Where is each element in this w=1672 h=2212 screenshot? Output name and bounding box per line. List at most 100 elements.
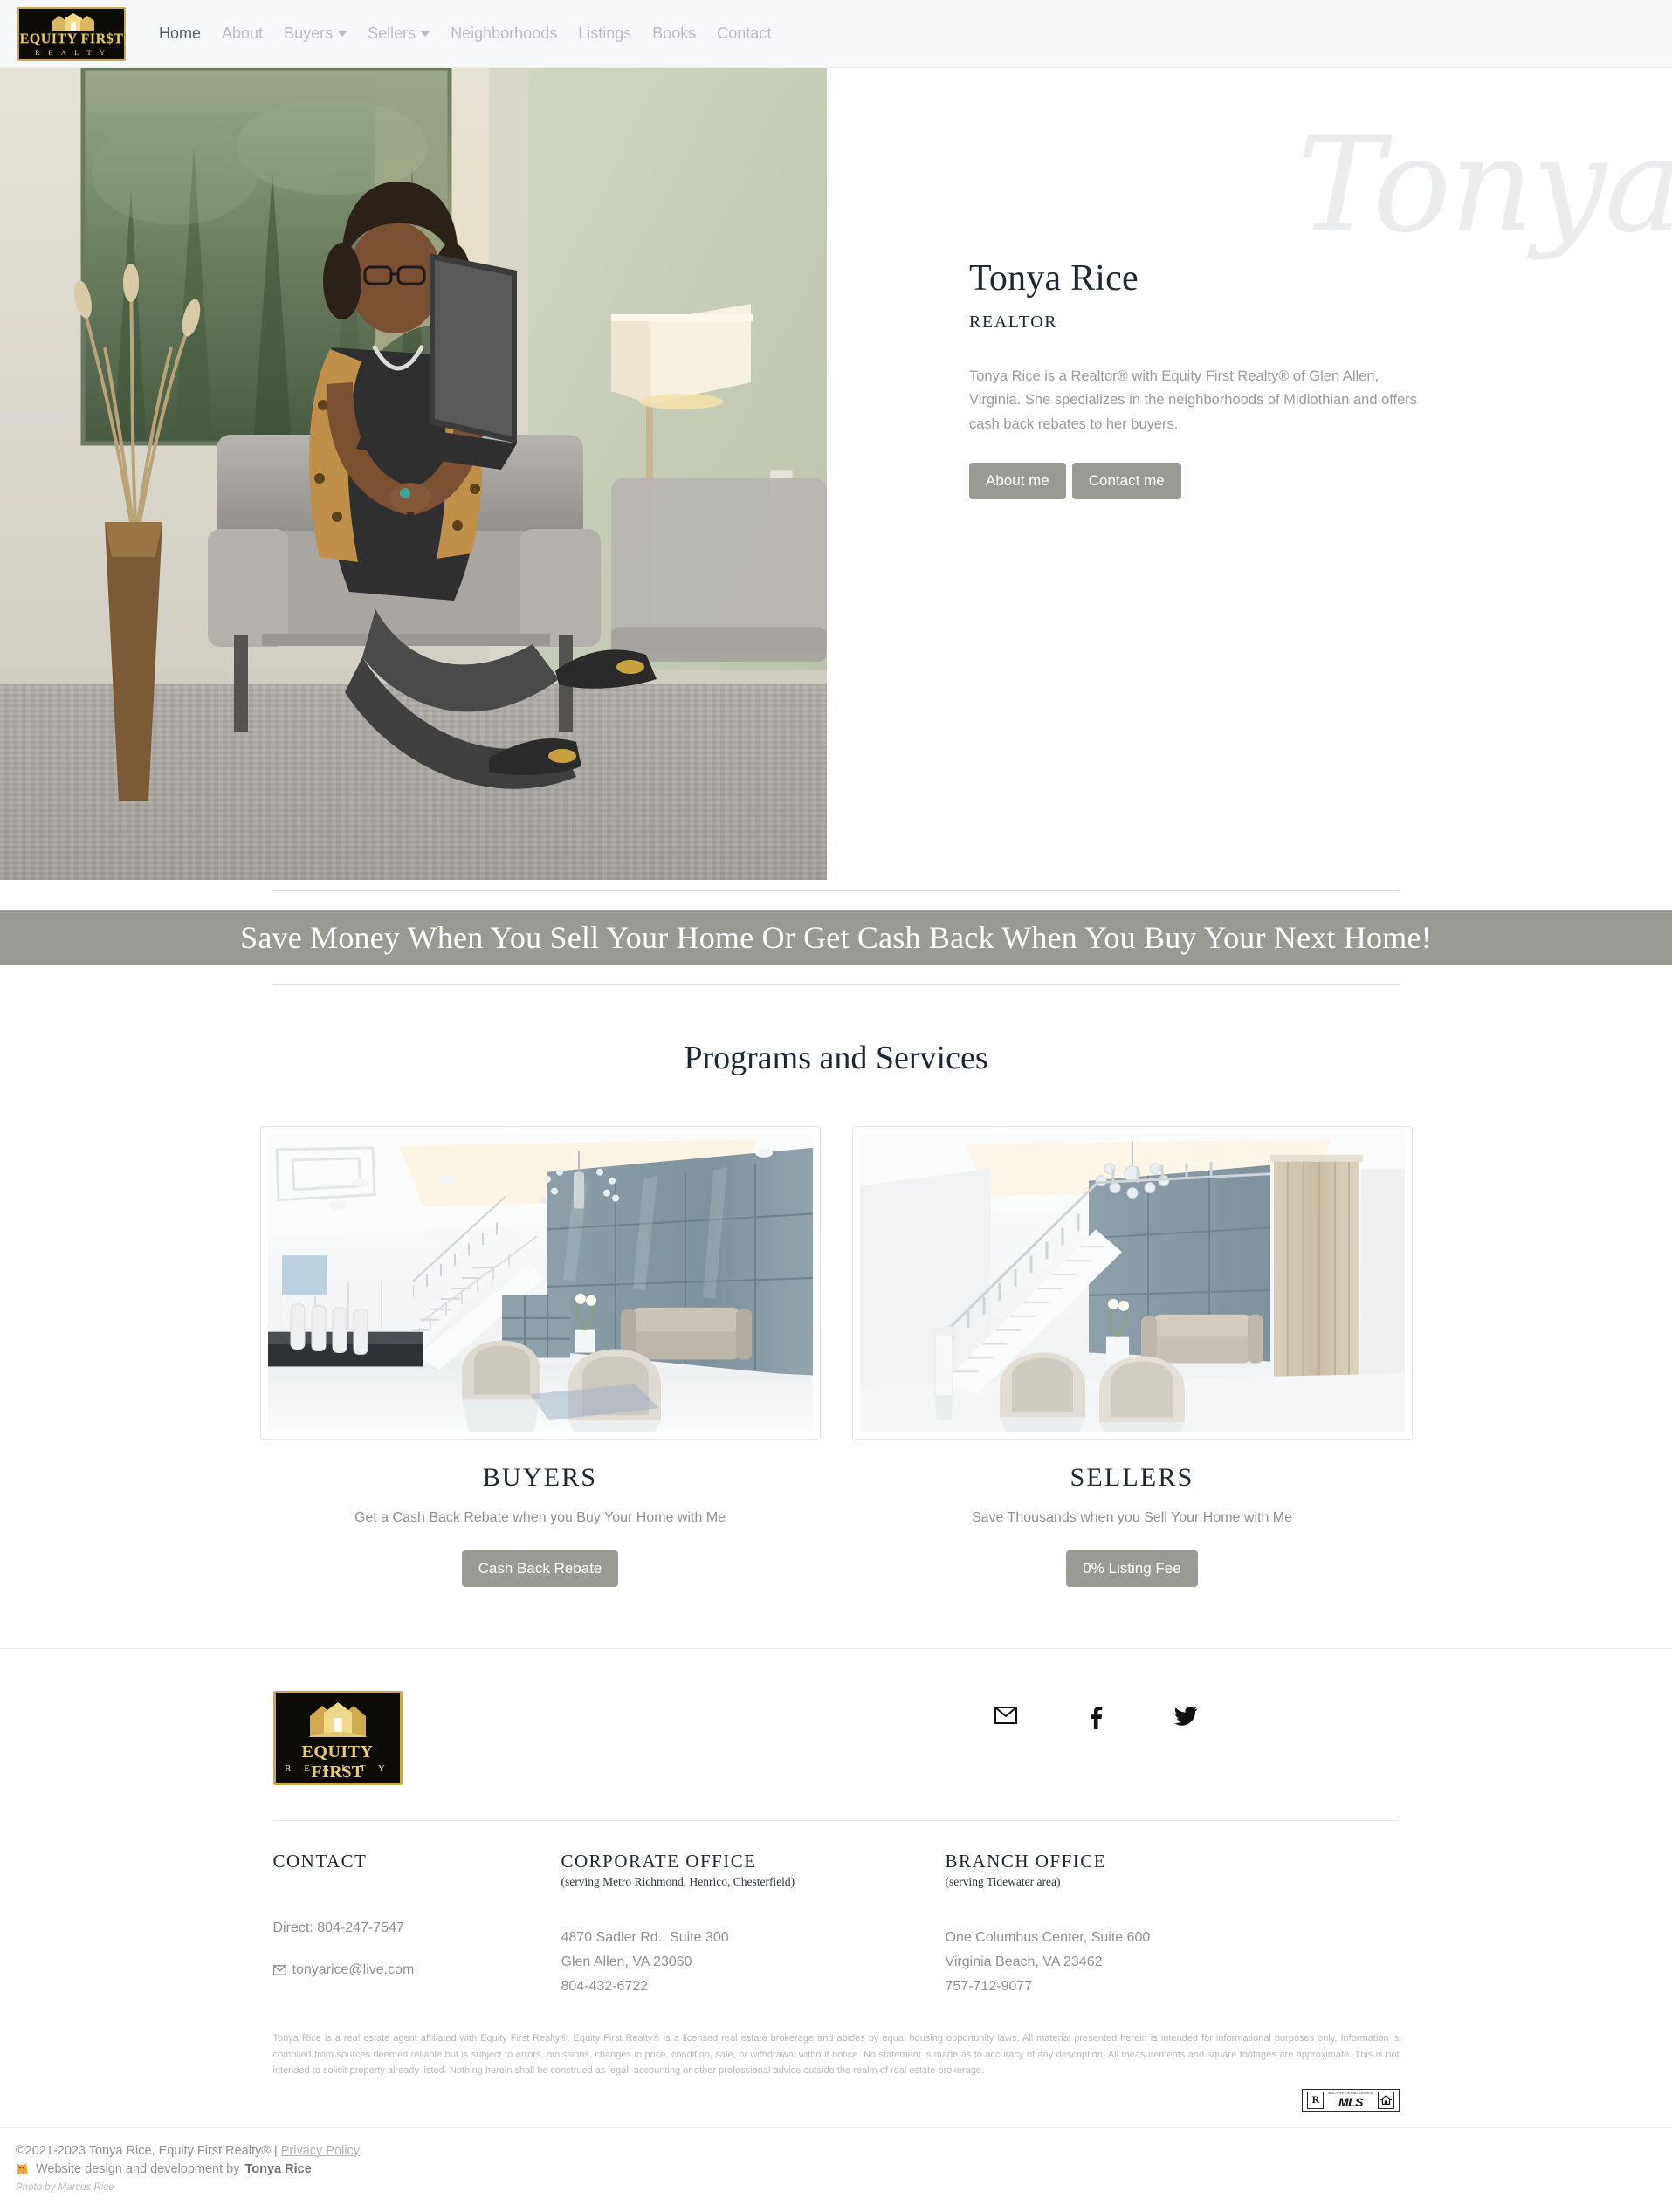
corporate-phone[interactable]: 804-432-6722 (561, 1975, 946, 1999)
branch-address-line2: Virginia Beach, VA 23462 (946, 1950, 1312, 1975)
about-me-button[interactable]: About me (969, 463, 1066, 499)
footer-inner: EQUITY FIR$T R E A L T Y (273, 1691, 1400, 1785)
privacy-policy-link[interactable]: Privacy Policy (281, 2144, 360, 2158)
facebook-icon[interactable] (1089, 1707, 1103, 1734)
nav-item-contact[interactable]: Contact (706, 19, 781, 48)
promo-banner: Save Money When You Sell Your Home Or Ge… (0, 910, 1672, 965)
footer-divider (273, 1820, 1400, 1821)
cash-back-rebate-button[interactable]: Cash Back Rebate (462, 1550, 619, 1587)
divider-above-banner (273, 890, 1400, 891)
branch-office-subtitle: (serving Tidewater area) (946, 1875, 1312, 1889)
house-roof-icon (301, 1700, 375, 1739)
hero-watermark: Tonya (1297, 120, 1672, 251)
agent-bio: Tonya Rice is a Realtor® with Equity Fir… (969, 365, 1432, 436)
branch-office-heading: BRANCH OFFICE (946, 1851, 1312, 1872)
footer-column-corporate: CORPORATE OFFICE (serving Metro Richmond… (561, 1851, 946, 1999)
contact-heading: CONTACT (273, 1851, 561, 1872)
chevron-down-icon (421, 31, 430, 37)
page-title: Tonya Rice (969, 258, 1441, 299)
nav-item-about[interactable]: About (211, 19, 273, 48)
buyers-image-frame[interactable] (260, 1126, 821, 1440)
program-card-sellers: SELLERS Save Thousands when you Sell You… (852, 1126, 1413, 1587)
contact-me-button[interactable]: Contact me (1072, 463, 1181, 499)
hero-photo (0, 68, 827, 880)
photo-credit: Photo by Marcus Rice (16, 2182, 1672, 2193)
copyright-line: ©2021-2023 Tonya Rice, Equity First Real… (16, 2144, 1672, 2158)
envelope-icon (273, 1965, 286, 1975)
mls-text: MLS (1338, 2096, 1363, 2108)
program-card-buyers: BUYERS Get a Cash Back Rebate when you B… (260, 1126, 821, 1587)
nav-item-listings[interactable]: Listings (568, 19, 642, 48)
corporate-office-body: 4870 Sadler Rd., Suite 300 Glen Allen, V… (561, 1926, 946, 1999)
footer-column-contact: CONTACT Direct: 804-247-7547 tonyarice@l… (273, 1851, 561, 1999)
nav-label-contact: Contact (717, 24, 771, 42)
footer-column-branch: BRANCH OFFICE (serving Tidewater area) O… (946, 1851, 1312, 1999)
credit-line: Website design and development by Tonya … (16, 2162, 1672, 2176)
divider-below-banner (273, 984, 1400, 985)
email-icon[interactable] (994, 1707, 1017, 1734)
equity-first-realty-logo[interactable]: EQUITY FIR$T R E A L T Y (17, 7, 126, 61)
branch-phone[interactable]: 757-712-9077 (946, 1975, 1312, 1999)
logo-text-realty: R E A L T Y (19, 49, 124, 57)
mls-badge: R MULTIPLE LISTING SERVICE MLS (1302, 2089, 1399, 2112)
nav-label-listings: Listings (578, 24, 631, 42)
footer-equity-first-realty-logo[interactable]: EQUITY FIR$T R E A L T Y (273, 1691, 403, 1785)
agent-role: REALTOR (969, 313, 1441, 333)
nav-label-about: About (222, 24, 263, 42)
compliance-badges: R MULTIPLE LISTING SERVICE MLS (273, 2089, 1400, 2112)
zero-listing-fee-button[interactable]: 0% Listing Fee (1066, 1550, 1197, 1587)
promo-banner-wrap: Save Money When You Sell Your Home Or Ge… (0, 890, 1672, 985)
nav-label-home: Home (159, 24, 201, 42)
email-address: tonyarice@live.com (292, 1958, 415, 1982)
hero-text-block: Tonya Rice REALTOR Tonya Rice is a Realt… (969, 258, 1441, 499)
branch-office-body: One Columbus Center, Suite 600 Virginia … (946, 1926, 1312, 1999)
realtor-icon: R (1307, 2092, 1324, 2109)
chevron-down-icon (338, 31, 347, 37)
realtor-badge-letter: R (1312, 2093, 1320, 2106)
site-footer: EQUITY FIR$T R E A L T Y (0, 1648, 1672, 2211)
sellers-image-frame[interactable] (852, 1126, 1413, 1440)
sellers-interior-image (860, 1134, 1405, 1432)
main-navbar: EQUITY FIR$T R E A L T Y Home About Buye… (0, 0, 1672, 68)
nav-item-books[interactable]: Books (642, 19, 706, 48)
programs-section: Programs and Services (0, 985, 1672, 1648)
nav-links: Home About Buyers Sellers Neighborhoods … (148, 19, 781, 48)
promo-banner-text: Save Money When You Sell Your Home Or Ge… (240, 919, 1432, 956)
copyright-bar: ©2021-2023 Tonya Rice, Equity First Real… (0, 2127, 1672, 2212)
footer-columns-wrap: CONTACT Direct: 804-247-7547 tonyarice@l… (273, 1851, 1400, 1999)
hero-section: Tonya (0, 68, 1672, 880)
programs-title: Programs and Services (0, 1039, 1672, 1077)
branch-address-line1: One Columbus Center, Suite 600 (946, 1926, 1312, 1950)
credit-author[interactable]: Tonya Rice (245, 2162, 312, 2176)
hero-button-group: About me Contact me (969, 463, 1441, 499)
buyers-button-row: Cash Back Rebate (260, 1550, 821, 1587)
buyers-card-subtitle: Get a Cash Back Rebate when you Buy Your… (260, 1510, 821, 1526)
footer-logo-text-realty: R E A L T Y (276, 1763, 400, 1774)
nav-item-neighborhoods[interactable]: Neighborhoods (440, 19, 568, 48)
nav-item-buyers[interactable]: Buyers (273, 19, 357, 48)
house-roof-icon (44, 13, 100, 32)
nav-label-books: Books (652, 24, 696, 42)
legal-disclaimer: Tonya Rice is a real estate agent affili… (273, 2030, 1400, 2078)
copyright-text: ©2021-2023 Tonya Rice, Equity First Real… (16, 2144, 281, 2158)
nav-item-home[interactable]: Home (148, 19, 211, 48)
corporate-office-subtitle: (serving Metro Richmond, Henrico, Cheste… (561, 1875, 946, 1889)
cat-icon (16, 2162, 31, 2175)
corporate-office-heading: CORPORATE OFFICE (561, 1851, 946, 1872)
credit-prefix: Website design and development by (36, 2162, 240, 2176)
footer-top-row: EQUITY FIR$T R E A L T Y (273, 1691, 1400, 1785)
footer-columns: CONTACT Direct: 804-247-7547 tonyarice@l… (273, 1851, 1400, 1999)
corporate-address-line2: Glen Allen, VA 23060 (561, 1950, 946, 1975)
direct-phone[interactable]: Direct: 804-247-7547 (273, 1916, 561, 1941)
footer-logo-text-equity: EQUITY FIR$T (276, 1742, 400, 1783)
sellers-card-subtitle: Save Thousands when you Sell Your Home w… (852, 1510, 1413, 1526)
agent-portrait-image (0, 68, 827, 880)
nav-label-neighborhoods: Neighborhoods (451, 24, 557, 42)
nav-label-buyers: Buyers (284, 24, 333, 42)
buyers-interior-image (268, 1134, 813, 1432)
twitter-icon[interactable] (1174, 1707, 1197, 1734)
social-links (994, 1707, 1197, 1734)
programs-card-grid: BUYERS Get a Cash Back Rebate when you B… (0, 1126, 1672, 1587)
email-row[interactable]: tonyarice@live.com (273, 1958, 561, 1982)
nav-item-sellers[interactable]: Sellers (357, 19, 440, 48)
